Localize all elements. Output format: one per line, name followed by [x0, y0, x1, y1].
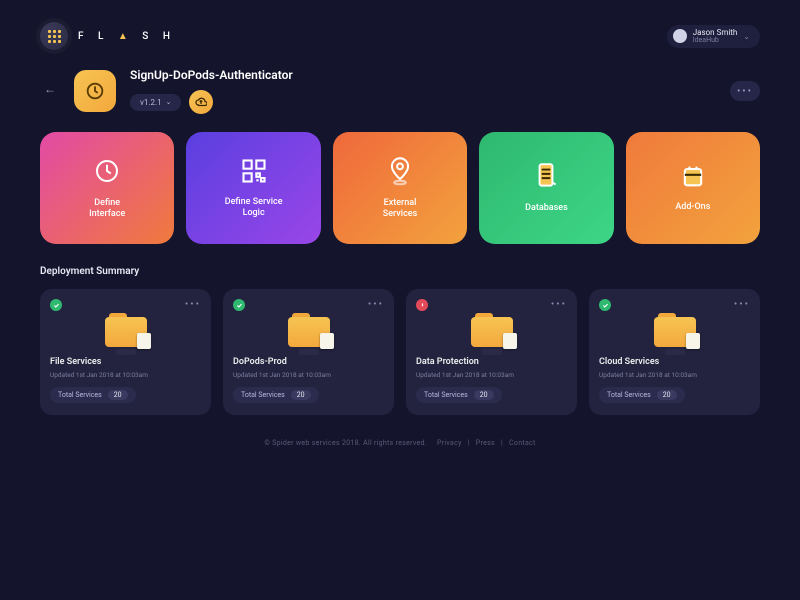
deployment-card[interactable]: ••• File Services Updated 1st Jan 2018 a… [40, 289, 211, 415]
status-ok-icon [50, 299, 62, 311]
card-label: Databases [525, 203, 568, 214]
deployment-name: Data Protection [416, 357, 567, 367]
card-define-interface[interactable]: Define Interface [40, 132, 174, 244]
chevron-down-icon: ⌄ [166, 98, 172, 106]
folder-icon [105, 317, 147, 347]
deployment-card[interactable]: ••• DoPods-Prod Updated 1st Jan 2018 at … [223, 289, 394, 415]
footer: © Spider web services 2018. All rights r… [40, 415, 760, 447]
deployment-summary-title: Deployment Summary [40, 266, 760, 289]
upload-button[interactable] [189, 90, 213, 114]
card-label: Define Service Logic [225, 197, 283, 220]
card-external-services[interactable]: External Services [333, 132, 467, 244]
deployment-updated: Updated 1st Jan 2018 at 10:03am [50, 371, 201, 379]
deployment-updated: Updated 1st Jan 2018 at 10:03am [233, 371, 384, 379]
brand-logo-text: F L ▲ S H [78, 31, 176, 42]
deployment-name: File Services [50, 357, 201, 367]
version-label: v1.2.1 [140, 98, 162, 107]
back-button[interactable]: ← [44, 82, 56, 96]
chevron-down-icon: ⌄ [743, 32, 750, 41]
card-more-button[interactable]: ••• [185, 299, 201, 310]
card-databases[interactable]: Databases [479, 132, 613, 244]
card-label: Add-Ons [675, 202, 710, 213]
qr-icon [240, 157, 268, 185]
card-label: Define Interface [89, 198, 125, 221]
folder-icon [471, 317, 513, 347]
deployment-updated: Updated 1st Jan 2018 at 10:03am [416, 371, 567, 379]
card-add-ons[interactable]: Add-Ons [626, 132, 760, 244]
folder-icon [288, 317, 330, 347]
card-more-button[interactable]: ••• [734, 299, 750, 310]
avatar-icon [673, 29, 687, 43]
deployment-card[interactable]: ••• Data Protection Updated 1st Jan 2018… [406, 289, 577, 415]
footer-link-privacy[interactable]: Privacy [433, 439, 466, 447]
user-org: IdeaHub [693, 37, 738, 44]
addon-icon [679, 162, 707, 190]
app-menu-button[interactable] [40, 22, 68, 50]
user-menu[interactable]: Jason Smith IdeaHub ⌄ [667, 25, 760, 48]
project-icon [74, 70, 116, 112]
location-pin-icon [386, 156, 414, 186]
version-selector[interactable]: v1.2.1 ⌄ [130, 94, 181, 111]
deployment-updated: Updated 1st Jan 2018 at 10:03am [599, 371, 750, 379]
footer-copyright: © Spider web services 2018. All rights r… [260, 439, 431, 447]
status-ok-icon [233, 299, 245, 311]
deployment-list: ••• File Services Updated 1st Jan 2018 a… [40, 289, 760, 415]
deployment-card[interactable]: ••• Cloud Services Updated 1st Jan 2018 … [589, 289, 760, 415]
card-define-service-logic[interactable]: Define Service Logic [186, 132, 320, 244]
total-services-badge: Total Services 20 [416, 387, 502, 403]
total-services-badge: Total Services 20 [233, 387, 319, 403]
clock-icon [92, 156, 122, 186]
project-title: SignUp-DoPods-Authenticator [130, 68, 293, 82]
footer-link-contact[interactable]: Contact [505, 439, 540, 447]
status-error-icon [416, 299, 428, 311]
status-ok-icon [599, 299, 611, 311]
more-actions-button[interactable]: ••• [730, 81, 760, 101]
card-label: External Services [383, 198, 417, 221]
database-icon [533, 161, 559, 191]
module-cards: Define Interface Define Service Logic Ex… [40, 132, 760, 266]
deployment-name: DoPods-Prod [233, 357, 384, 367]
footer-link-press[interactable]: Press [472, 439, 499, 447]
deployment-name: Cloud Services [599, 357, 750, 367]
total-services-badge: Total Services 20 [50, 387, 136, 403]
card-more-button[interactable]: ••• [368, 299, 384, 310]
cloud-upload-icon [195, 96, 207, 108]
total-services-badge: Total Services 20 [599, 387, 685, 403]
grid-icon [48, 30, 61, 43]
folder-icon [654, 317, 696, 347]
card-more-button[interactable]: ••• [551, 299, 567, 310]
